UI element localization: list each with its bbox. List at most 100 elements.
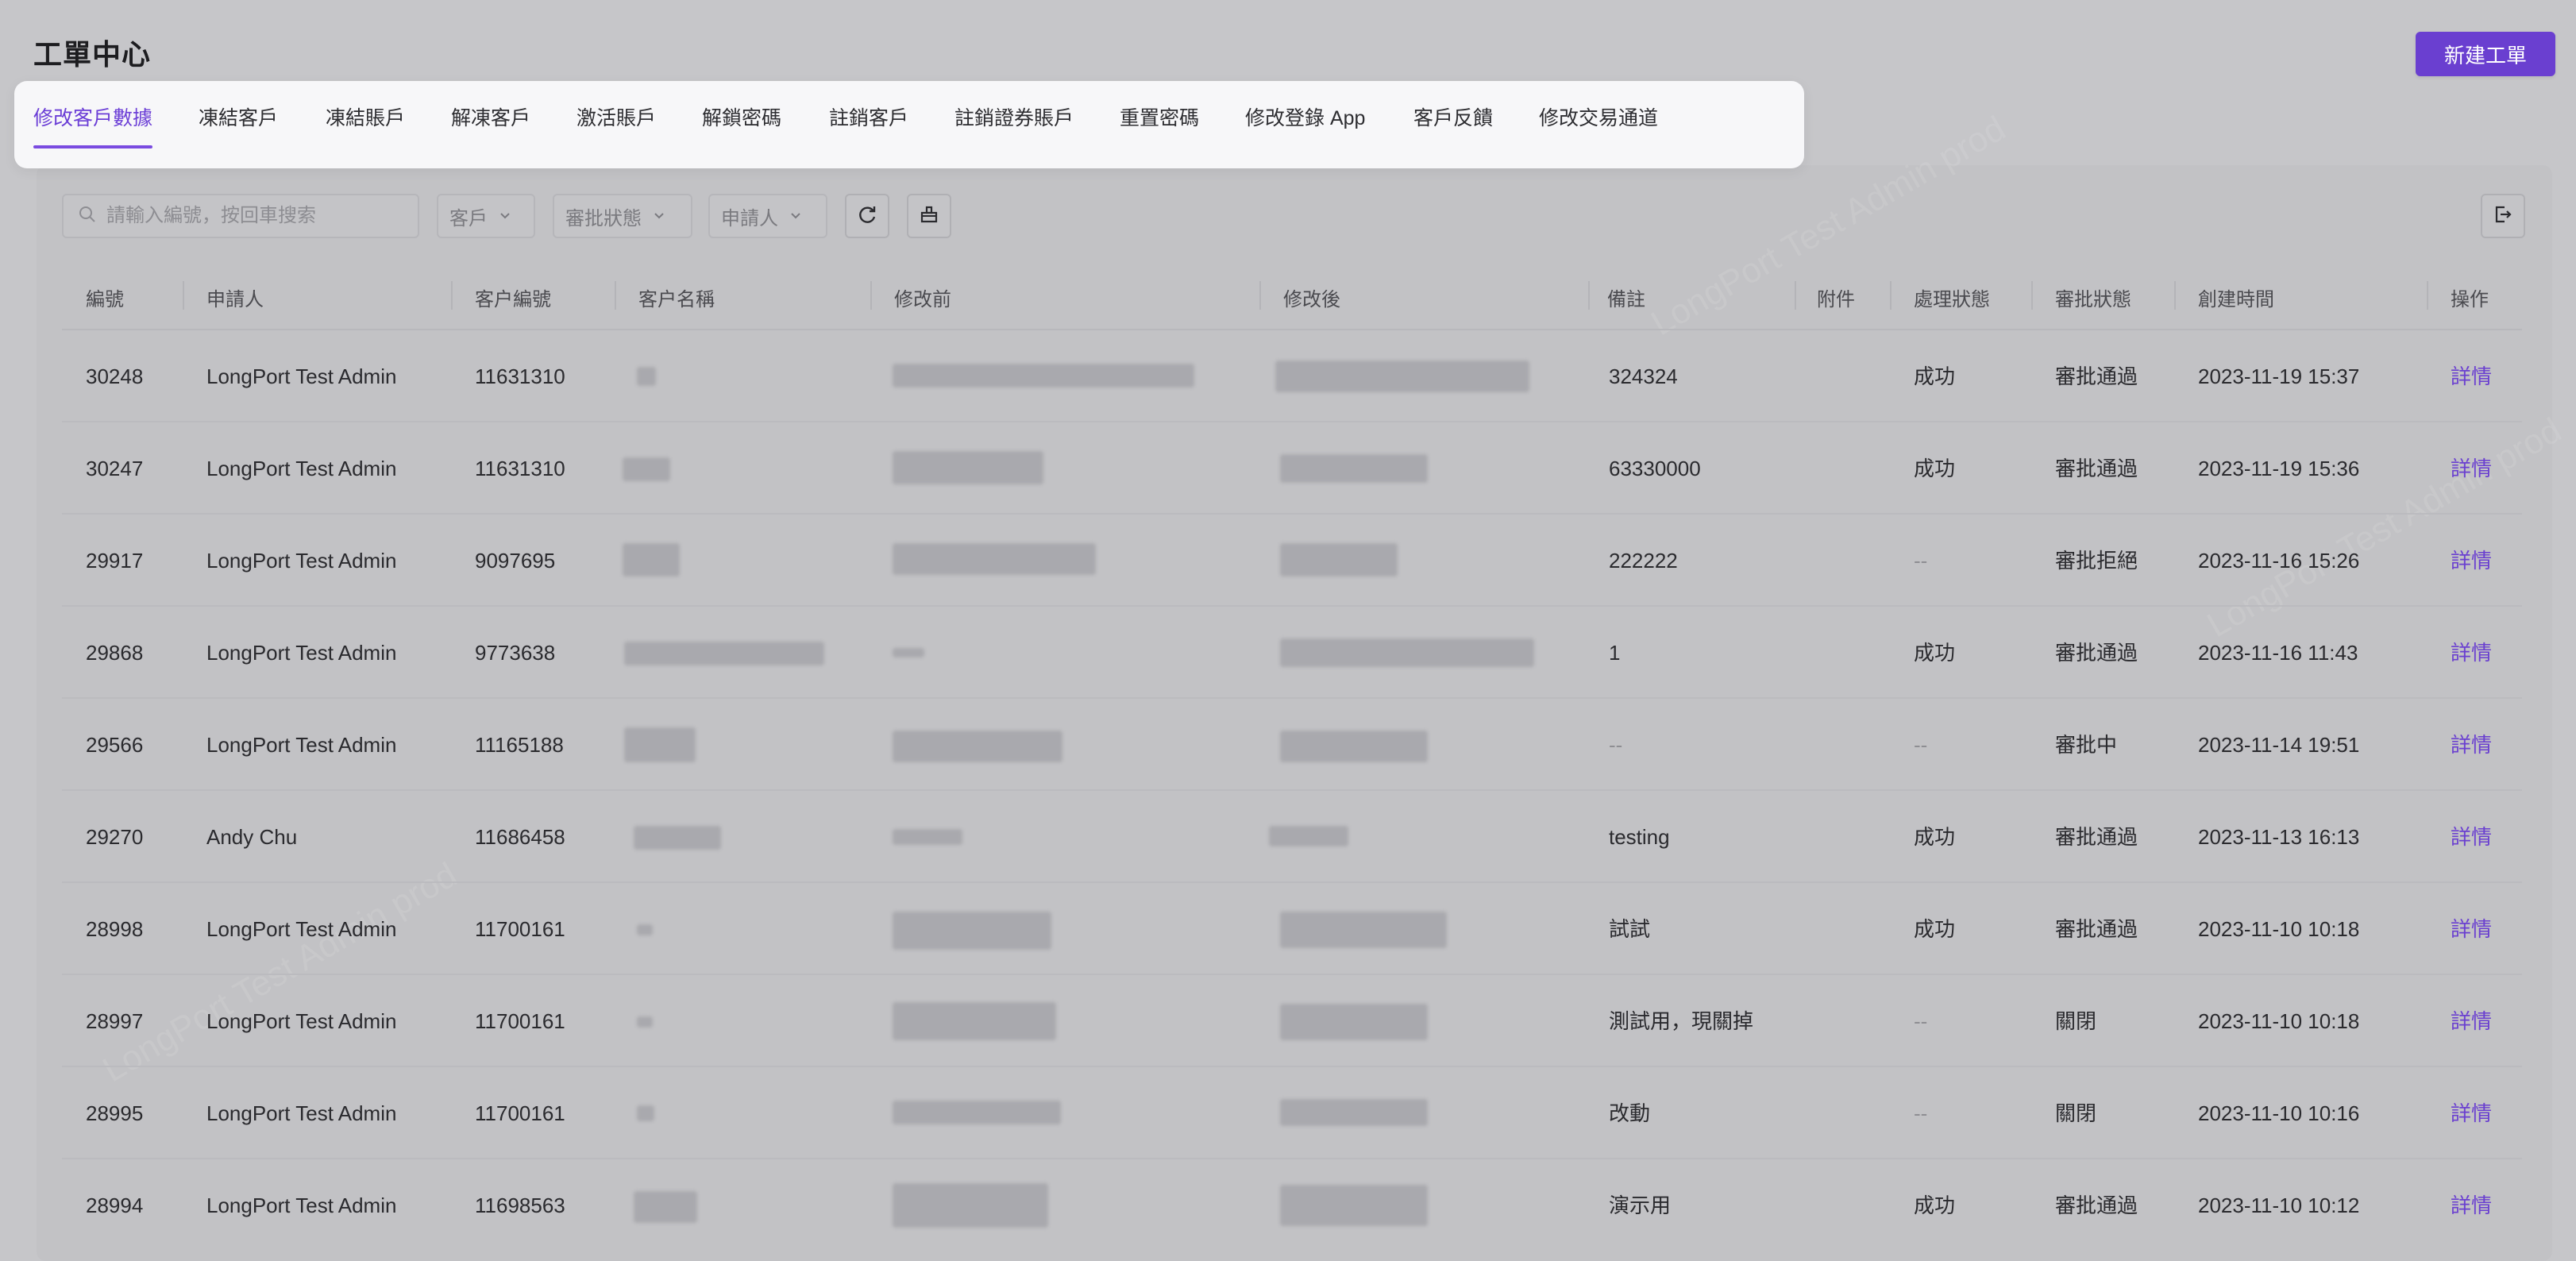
redacted-customer-name <box>637 1105 654 1121</box>
customer-filter[interactable]: 客戶 <box>437 194 535 238</box>
detail-link[interactable]: 詳情 <box>2451 607 2492 699</box>
column-divider <box>1588 281 1590 310</box>
detail-link[interactable]: 詳情 <box>2451 699 2492 791</box>
cell-id: 28997 <box>86 1009 144 1033</box>
table-row: 28994 LongPort Test Admin 11698563 演示用 成… <box>62 1159 2522 1251</box>
cell-applicant: LongPort Test Admin <box>206 1009 397 1033</box>
detail-link[interactable]: 詳情 <box>2451 975 2492 1067</box>
cell-id: 29868 <box>86 641 144 665</box>
redacted-after-value <box>1280 454 1428 483</box>
tab-change-trade-channel[interactable]: 修改交易通道 <box>1539 102 1658 148</box>
search-input[interactable] <box>105 204 410 228</box>
new-ticket-button[interactable]: 新建工單 <box>2416 32 2555 76</box>
col-header-created-time: 創建時間 <box>2198 289 2274 310</box>
cell-applicant: LongPort Test Admin <box>206 917 397 941</box>
tab-cancel-customer[interactable]: 註銷客戶 <box>829 102 908 148</box>
tab-freeze-customer[interactable]: 凍結客戶 <box>199 102 278 148</box>
cell-approval-status: 審批通過 <box>2055 457 2138 480</box>
cell-applicant: LongPort Test Admin <box>206 549 397 573</box>
col-header-process-status: 處理狀態 <box>1914 289 1990 310</box>
table-row: 28998 LongPort Test Admin 11700161 試試 成功… <box>62 883 2522 975</box>
redacted-customer-name <box>623 543 680 577</box>
detail-link[interactable]: 詳情 <box>2451 791 2492 883</box>
redacted-before-value <box>893 451 1043 484</box>
tab-customer-feedback[interactable]: 客戶反饋 <box>1413 102 1493 148</box>
table-row: 29566 LongPort Test Admin 11165188 -- --… <box>62 699 2522 791</box>
tab-reset-password[interactable]: 重置密碼 <box>1120 102 1199 148</box>
cell-customer-no: 9773638 <box>475 641 556 665</box>
redacted-after-value <box>1280 1099 1428 1126</box>
redacted-customer-name <box>637 367 656 386</box>
search-input-wrapper[interactable] <box>62 194 419 238</box>
tab-unfreeze-customer[interactable]: 解凍客戶 <box>451 102 530 148</box>
approval-filter-label: 審批狀態 <box>565 207 642 229</box>
cell-customer-no: 11686458 <box>475 825 565 849</box>
redacted-customer-name <box>623 457 670 481</box>
detail-link[interactable]: 詳情 <box>2451 1159 2492 1251</box>
cell-created-time: 2023-11-19 15:37 <box>2198 364 2360 388</box>
cell-applicant: LongPort Test Admin <box>206 364 397 388</box>
cell-id: 30247 <box>86 457 144 480</box>
tab-label: 修改客戶數據 <box>33 107 153 129</box>
tab-freeze-account[interactable]: 凍結賬戶 <box>326 102 405 148</box>
table-row: 28995 LongPort Test Admin 11700161 改動 --… <box>62 1067 2522 1159</box>
column-divider <box>451 281 453 310</box>
chevron-down-icon <box>789 205 802 227</box>
cell-customer-no: 11700161 <box>475 1101 565 1125</box>
cell-approval-status: 審批通過 <box>2055 917 2138 941</box>
table-row: 29270 Andy Chu 11686458 testing 成功 審批通過 … <box>62 791 2522 883</box>
cell-approval-status: 審批通過 <box>2055 641 2138 665</box>
cell-approval-status: 審批通過 <box>2055 1194 2138 1217</box>
clear-filter-button[interactable] <box>907 194 951 238</box>
column-divider <box>1890 281 1892 310</box>
col-header-actions: 操作 <box>2451 289 2489 310</box>
cell-applicant: LongPort Test Admin <box>206 641 397 665</box>
column-divider <box>615 281 616 310</box>
col-header-attachment: 附件 <box>1817 289 1855 310</box>
customer-filter-label: 客戶 <box>449 207 488 229</box>
detail-link[interactable]: 詳情 <box>2451 515 2492 607</box>
refresh-button[interactable] <box>845 194 889 238</box>
table-row: 30247 LongPort Test Admin 11631310 63330… <box>62 422 2522 515</box>
brush-icon <box>918 203 940 229</box>
cell-id: 29566 <box>86 733 144 757</box>
cell-approval-status: 審批通過 <box>2055 825 2138 849</box>
detail-link[interactable]: 詳情 <box>2451 330 2492 422</box>
cell-customer-no: 11700161 <box>475 917 565 941</box>
cell-id: 29917 <box>86 549 144 573</box>
cell-created-time: 2023-11-13 16:13 <box>2198 825 2360 849</box>
column-divider <box>1259 281 1261 310</box>
redacted-before-value <box>893 1183 1048 1228</box>
tab-activate-account[interactable]: 激活賬戶 <box>577 102 656 148</box>
approval-status-filter[interactable]: 審批狀態 <box>553 194 692 238</box>
cell-process-status: -- <box>1914 1101 1928 1125</box>
cell-note: -- <box>1609 733 1623 757</box>
detail-link[interactable]: 詳情 <box>2451 883 2492 975</box>
page-title: 工單中心 <box>33 38 152 71</box>
col-header-after: 修改後 <box>1283 289 1340 310</box>
redacted-after-value <box>1280 638 1534 667</box>
tab-unlock-password[interactable]: 解鎖密碼 <box>702 102 781 148</box>
col-header-id: 編號 <box>86 289 124 310</box>
cell-id: 28998 <box>86 917 144 941</box>
tab-cancel-securities-account[interactable]: 註銷證券賬戶 <box>954 102 1074 148</box>
export-button[interactable] <box>2481 194 2525 238</box>
active-tab-indicator <box>33 145 153 148</box>
applicant-filter[interactable]: 申請人 <box>708 194 827 238</box>
cell-process-status: 成功 <box>1914 825 1956 849</box>
cell-created-time: 2023-11-16 11:43 <box>2198 641 2358 665</box>
tab-change-login-app[interactable]: 修改登錄 App <box>1245 102 1365 148</box>
redacted-before-value <box>893 1101 1061 1124</box>
col-header-customer-name: 客户名稱 <box>638 289 715 310</box>
cell-created-time: 2023-11-10 10:16 <box>2198 1101 2360 1125</box>
cell-process-status: -- <box>1914 733 1928 757</box>
cell-applicant: LongPort Test Admin <box>206 1101 397 1125</box>
detail-link[interactable]: 詳情 <box>2451 422 2492 515</box>
redacted-after-value <box>1275 361 1529 392</box>
tab-edit-customer-data[interactable]: 修改客戶數據 <box>33 102 153 148</box>
redacted-after-value <box>1280 1185 1428 1226</box>
cell-id: 30248 <box>86 364 144 388</box>
column-divider <box>183 281 184 310</box>
column-divider <box>870 281 872 310</box>
detail-link[interactable]: 詳情 <box>2451 1067 2492 1159</box>
